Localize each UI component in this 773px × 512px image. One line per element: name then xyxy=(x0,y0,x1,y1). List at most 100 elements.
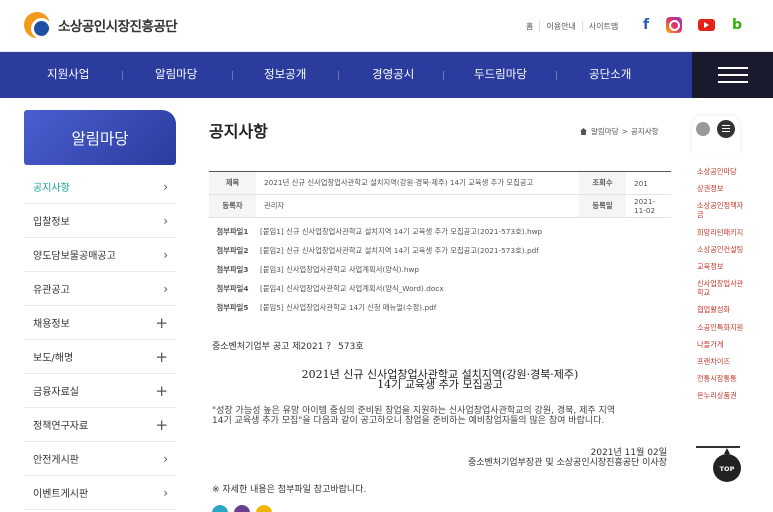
quick-link[interactable]: 소상공인정책자금 xyxy=(697,201,745,219)
sidebar-menu: 공지사항 › 입찰정보 › 양도담보물공매공고 › 유관공고 › 채용정보 + 보도/해명… xyxy=(24,170,176,510)
breadcrumb-separator: > xyxy=(621,127,628,136)
sidebar-item-finance[interactable]: 금융자료실 + xyxy=(24,374,176,408)
sidebar-item-label: 정책연구자료 xyxy=(33,421,89,432)
share-icon[interactable] xyxy=(212,505,228,512)
chevron-right-icon: › xyxy=(163,451,168,466)
attachment-row: 첨부파일1 [붙임1] 신규 신사업창업사관학교 설치지역 14기 교육생 추가… xyxy=(209,222,671,241)
attachment-label: 첨부파일4 xyxy=(216,283,249,293)
chevron-right-icon: › xyxy=(163,485,168,500)
quick-link[interactable]: 희망리턴패키지 xyxy=(697,228,745,237)
blog-icon[interactable]: b xyxy=(729,17,745,33)
util-home-link[interactable]: 홈 xyxy=(520,21,539,32)
quick-link[interactable]: 프랜차이즈 xyxy=(697,357,745,366)
quick-link[interactable]: 소상공인마당 xyxy=(697,167,745,176)
attachment-list: 첨부파일1 [붙임1] 신규 신사업창업사관학교 설치지역 14기 교육생 추가… xyxy=(209,218,671,321)
home-icon[interactable] xyxy=(580,128,587,135)
quick-link[interactable]: 전통시장통통 xyxy=(697,374,745,383)
attachment-row: 첨부파일2 [붙임2] 신규 신사업창업사관학교 설치지역 14기 교육생 추가… xyxy=(209,241,671,260)
sidebar-item-label: 양도담보물공매공고 xyxy=(33,251,116,262)
quick-link[interactable]: 나들가게 xyxy=(697,340,745,349)
gnb-item-support[interactable]: 지원사업 xyxy=(47,66,89,82)
sidebar-item-label: 안전게시판 xyxy=(33,455,79,466)
sidebar-item-bid[interactable]: 입찰정보 › xyxy=(24,204,176,238)
sidebar-item-safety[interactable]: 안전게시판 › xyxy=(24,442,176,476)
plus-icon: + xyxy=(155,381,168,400)
date-value: 2021-11-02 xyxy=(634,197,656,215)
attachment-link[interactable]: [붙임1] 신규 신사업창업사관학교 설치지역 14기 교육생 추가 모집공고(… xyxy=(256,227,542,237)
gnb-divider xyxy=(232,71,233,80)
attachment-link[interactable]: [붙임5] 신사업창업사관학교 14기 신청 매뉴얼(수정).pdf xyxy=(256,303,436,313)
chevron-right-icon: › xyxy=(163,281,168,296)
quick-link[interactable]: 협업활성화 xyxy=(697,305,745,314)
author-value: 관리자 xyxy=(264,201,285,210)
sidebar-item-collateral[interactable]: 양도담보물공매공고 › xyxy=(24,238,176,272)
hamburger-menu-icon[interactable] xyxy=(692,52,773,98)
image-icon[interactable] xyxy=(696,122,710,136)
quick-link[interactable]: 온누리상품권 xyxy=(697,391,745,400)
page-title: 공지사항 xyxy=(209,122,268,141)
util-sitemap-link[interactable]: 사이트맵 xyxy=(581,21,624,32)
notice-heading-line2: 14기 교육생 추가 모집공고 xyxy=(377,378,503,391)
main-navigation: 지원사업 알림마당 정보공개 경영공시 두드림마당 공단소개 xyxy=(0,52,773,98)
views-label: 조회수 xyxy=(579,172,626,194)
quick-link[interactable]: 신사업창업사관학교 xyxy=(697,279,745,297)
gnb-item-disclosure[interactable]: 정보공개 xyxy=(264,66,306,82)
list-icon[interactable] xyxy=(717,120,735,138)
sidebar-item-notice[interactable]: 공지사항 › xyxy=(24,170,176,204)
views-value: 201 xyxy=(634,178,648,188)
sidebar-item-policy[interactable]: 정책연구자료 + xyxy=(24,408,176,442)
attachment-row: 첨부파일4 [붙임4] 신사업창업사관학교 사업계획서(양식_Word).doc… xyxy=(209,279,671,298)
attachment-label: 첨부파일3 xyxy=(216,264,249,274)
attachment-link[interactable]: [붙임4] 신사업창업사관학교 사업계획서(양식_Word).docx xyxy=(256,284,444,294)
sidebar-title: 알림마당 xyxy=(71,130,129,148)
instagram-icon[interactable] xyxy=(666,17,682,33)
date-label: 등록일 xyxy=(579,195,626,217)
notice-number: 중소벤처기업부 공고 제2021 ？ 573호 xyxy=(212,342,364,352)
sidebar-item-label: 이벤트게시판 xyxy=(33,489,89,500)
sidebar-item-label: 공지사항 xyxy=(33,183,70,194)
attachment-link[interactable]: [붙임3] 신사업창업사관학교 사업계획서(양식).hwp xyxy=(256,265,419,275)
attachment-label: 첨부파일5 xyxy=(216,302,249,312)
quick-menu-tabs xyxy=(692,116,740,156)
sidebar-item-recruit[interactable]: 채용정보 + xyxy=(24,306,176,340)
sidebar-header: 알림마당 xyxy=(24,110,176,165)
author-label: 등록자 xyxy=(209,195,256,217)
facebook-icon[interactable]: f xyxy=(638,17,654,33)
logo-text: 소상공인시장진흥공단 xyxy=(58,19,178,35)
chevron-right-icon: › xyxy=(163,247,168,262)
quick-link[interactable]: 소공인특화지원 xyxy=(697,323,745,332)
plus-icon: + xyxy=(155,415,168,434)
quick-menu: 소상공인마당 상권정보 소상공인정책자금 희망리턴패키지 소상공인컨설팅 교육정… xyxy=(692,116,743,449)
notice-paragraph-line2: 14기 교육생 추가 모집"을 다음과 같이 공고하오니 창업을 준비하는 예비… xyxy=(212,416,605,426)
attachment-label: 첨부파일2 xyxy=(216,245,249,255)
title-label: 제목 xyxy=(209,172,256,194)
quick-link[interactable]: 소상공인컨설팅 xyxy=(697,245,745,254)
share-icon[interactable] xyxy=(234,505,250,512)
attachment-link[interactable]: [붙임2] 신규 신사업창업사관학교 설치지역 14기 교육생 추가 모집공고(… xyxy=(256,246,539,256)
sidebar-item-event[interactable]: 이벤트게시판 › xyxy=(24,476,176,510)
quick-link[interactable]: 상권정보 xyxy=(697,184,745,193)
sidebar-item-related[interactable]: 유관공고 › xyxy=(24,272,176,306)
util-guide-link[interactable]: 이용안내 xyxy=(539,21,581,32)
quick-link[interactable]: 교육정보 xyxy=(697,262,745,271)
notice-paragraph-line1: "성장 가능성 높은 유망 아이템 중심의 준비된 창업을 지원하는 신사업창업… xyxy=(212,406,616,416)
share-icon[interactable] xyxy=(256,505,272,512)
quick-menu-divider xyxy=(696,446,740,448)
youtube-icon[interactable] xyxy=(698,19,715,31)
breadcrumb: 알림마당 > 공지사항 xyxy=(580,126,659,137)
breadcrumb-item[interactable]: 알림마당 xyxy=(591,126,619,137)
sidebar-item-press[interactable]: 보도/해명 + xyxy=(24,340,176,374)
attachment-row: 첨부파일5 [붙임5] 신사업창업사관학교 14기 신청 매뉴얼(수정).pdf xyxy=(209,298,671,317)
plus-icon: + xyxy=(155,347,168,366)
gnb-item-dodream[interactable]: 두드림마당 xyxy=(474,66,527,82)
gnb-item-notice[interactable]: 알림마당 xyxy=(155,66,197,82)
site-logo[interactable]: 소상공인시장진흥공단 xyxy=(24,12,178,38)
gnb-item-management[interactable]: 경영공시 xyxy=(372,66,414,82)
notice-signer: 중소벤처기업부장관 및 소상공인시장진흥공단 이사장 xyxy=(467,458,667,468)
breadcrumb-item[interactable]: 공지사항 xyxy=(631,126,659,137)
gnb-item-about[interactable]: 공단소개 xyxy=(589,66,631,82)
sidebar-item-label: 보도/해명 xyxy=(33,353,74,364)
sidebar-item-label: 채용정보 xyxy=(33,319,70,330)
detail-row-title: 제목 2021년 신규 신사업창업사관학교 설치지역(강원·경북·제주) 14기… xyxy=(209,172,671,195)
scroll-top-button[interactable]: TOP xyxy=(713,448,741,482)
